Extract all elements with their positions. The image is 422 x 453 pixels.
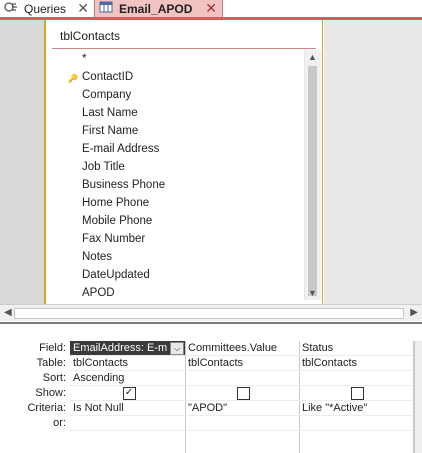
grid-row-label: or: — [53, 417, 66, 429]
vertical-scrollbar[interactable]: ▲ ▼ — [304, 50, 321, 300]
chevron-down-icon[interactable]: ⌵ — [170, 342, 184, 355]
grid-column: Status tblContacts Like "*Active" — [299, 341, 414, 453]
query-design-grid: Field: Table: Sort: Show: Criteria: or: Email… — [0, 341, 422, 453]
primary-key-icon: 🔑 — [68, 74, 78, 83]
grid-cell-table[interactable]: tblContacts — [70, 356, 185, 371]
field-name: Fax Number — [82, 233, 146, 245]
queries-icon — [4, 1, 18, 16]
field-name: Job Title — [82, 161, 125, 173]
grid-row-label: Show: — [35, 387, 66, 399]
field-list-item[interactable]: Notes — [82, 248, 282, 266]
grid-cell-show[interactable] — [299, 386, 413, 401]
field-list-item[interactable]: E-mail Address — [82, 140, 282, 158]
scroll-up-icon[interactable]: ▲ — [308, 52, 317, 62]
field-list-title: tblContacts — [60, 29, 121, 43]
field-name: Mobile Phone — [82, 215, 153, 227]
grid-cell-sort[interactable]: Ascending — [70, 371, 185, 386]
grid-cell-criteria[interactable]: Like "*Active" — [299, 401, 413, 416]
grid-cell-sort[interactable] — [185, 371, 299, 386]
field-name: First Name — [82, 125, 139, 137]
divider — [52, 48, 316, 49]
grid-cell-field[interactable]: EmailAddress: E-m ⌵ — [70, 341, 185, 356]
field-list-item[interactable]: Home Phone — [82, 194, 282, 212]
grid-edge — [414, 341, 422, 453]
grid-cell-show[interactable] — [185, 386, 299, 401]
grid-cell-or[interactable] — [185, 416, 299, 431]
field-list-item[interactable]: Last Name — [82, 104, 282, 122]
field-name: E-mail Address — [82, 143, 160, 155]
scrollbar-thumb[interactable] — [308, 66, 317, 296]
grid-cell-table[interactable]: tblContacts — [299, 356, 413, 371]
show-checkbox[interactable]: ✓ — [122, 387, 136, 400]
show-checkbox[interactable] — [237, 387, 250, 400]
field-name: Company — [82, 89, 132, 101]
field-name: * — [82, 53, 87, 65]
grid-cell-field[interactable]: Committees.Value — [185, 341, 299, 356]
field-list-item[interactable]: 🔑 ContactID — [68, 68, 282, 86]
splitter-bar[interactable] — [0, 322, 422, 324]
field-name: Last Name — [82, 107, 138, 119]
grid-cell-sort[interactable] — [299, 371, 413, 386]
grid-cell-table[interactable]: tblContacts — [185, 356, 299, 371]
field-list-item[interactable]: * — [82, 50, 282, 68]
field-value: Committees.Value — [188, 342, 278, 354]
field-name: APOD — [82, 287, 115, 299]
show-checkbox[interactable] — [351, 387, 364, 400]
table-field-list[interactable]: tblContacts * 🔑 ContactID Company Last Name F… — [44, 20, 324, 304]
query-design-pane[interactable]: tblContacts * 🔑 ContactID Company Last Name F… — [0, 20, 422, 304]
field-list-item[interactable]: First Name — [82, 122, 282, 140]
close-icon[interactable]: ✕ — [77, 0, 89, 17]
field-name: Notes — [82, 251, 113, 263]
design-canvas-area[interactable] — [324, 20, 422, 304]
field-list-items: * 🔑 ContactID Company Last Name First Name E-m… — [68, 50, 282, 302]
field-name: Business Phone — [82, 179, 166, 191]
tab-queries[interactable]: Queries ✕ — [0, 0, 94, 17]
field-name: ContactID — [82, 71, 134, 83]
grid-cell-field[interactable]: Status — [299, 341, 413, 356]
field-list-item[interactable]: APOD — [82, 284, 282, 302]
tab-email-apod[interactable]: Email_APOD ✕ — [94, 0, 223, 17]
scroll-left-icon[interactable]: ◀ — [4, 307, 12, 318]
tab-label: Email_APOD — [119, 1, 193, 16]
grid-cell-criteria[interactable]: Is Not Null — [70, 401, 185, 416]
scroll-right-icon[interactable]: ▶ — [410, 307, 418, 318]
grid-column: Committees.Value tblContacts "APOD" — [185, 341, 300, 453]
horizontal-scrollbar[interactable]: ◀ ▶ — [0, 304, 422, 322]
field-list-item[interactable]: Fax Number — [82, 230, 282, 248]
grid-row-label: Field: — [39, 342, 66, 354]
scrollbar-thumb[interactable] — [14, 308, 404, 319]
grid-cell-show[interactable]: ✓ — [70, 386, 185, 401]
grid-row-headers: Field: Table: Sort: Show: Criteria: or: — [0, 341, 68, 431]
field-name: DateUpdated — [82, 269, 150, 281]
tab-label: Queries — [24, 1, 67, 16]
grid-cell-or[interactable] — [299, 416, 413, 431]
grid-row-label: Sort: — [42, 372, 66, 384]
field-list-item[interactable]: Mobile Phone — [82, 212, 282, 230]
scroll-down-icon[interactable]: ▼ — [308, 288, 317, 298]
query-design-icon — [99, 1, 113, 16]
pane-splitter[interactable] — [0, 321, 422, 341]
field-list-item[interactable]: Company — [82, 86, 282, 104]
field-value: Status — [302, 342, 334, 354]
grid-row-label: Table: — [36, 357, 66, 369]
grid-column: EmailAddress: E-m ⌵ tblContacts Ascending ✓ I… — [70, 341, 186, 453]
close-icon[interactable]: ✕ — [205, 0, 217, 17]
grid-cell-criteria[interactable]: "APOD" — [185, 401, 299, 416]
field-value: EmailAddress: E-m — [73, 342, 168, 354]
field-name: Home Phone — [82, 197, 150, 209]
field-list-item[interactable]: Job Title — [82, 158, 282, 176]
grid-row-label: Criteria: — [27, 402, 66, 414]
field-list-item[interactable]: Business Phone — [82, 176, 282, 194]
grid-cell-or[interactable] — [70, 416, 185, 431]
document-tab-bar: Queries ✕ Email_APOD ✕ — [0, 0, 422, 18]
field-list-item[interactable]: DateUpdated — [82, 266, 282, 284]
